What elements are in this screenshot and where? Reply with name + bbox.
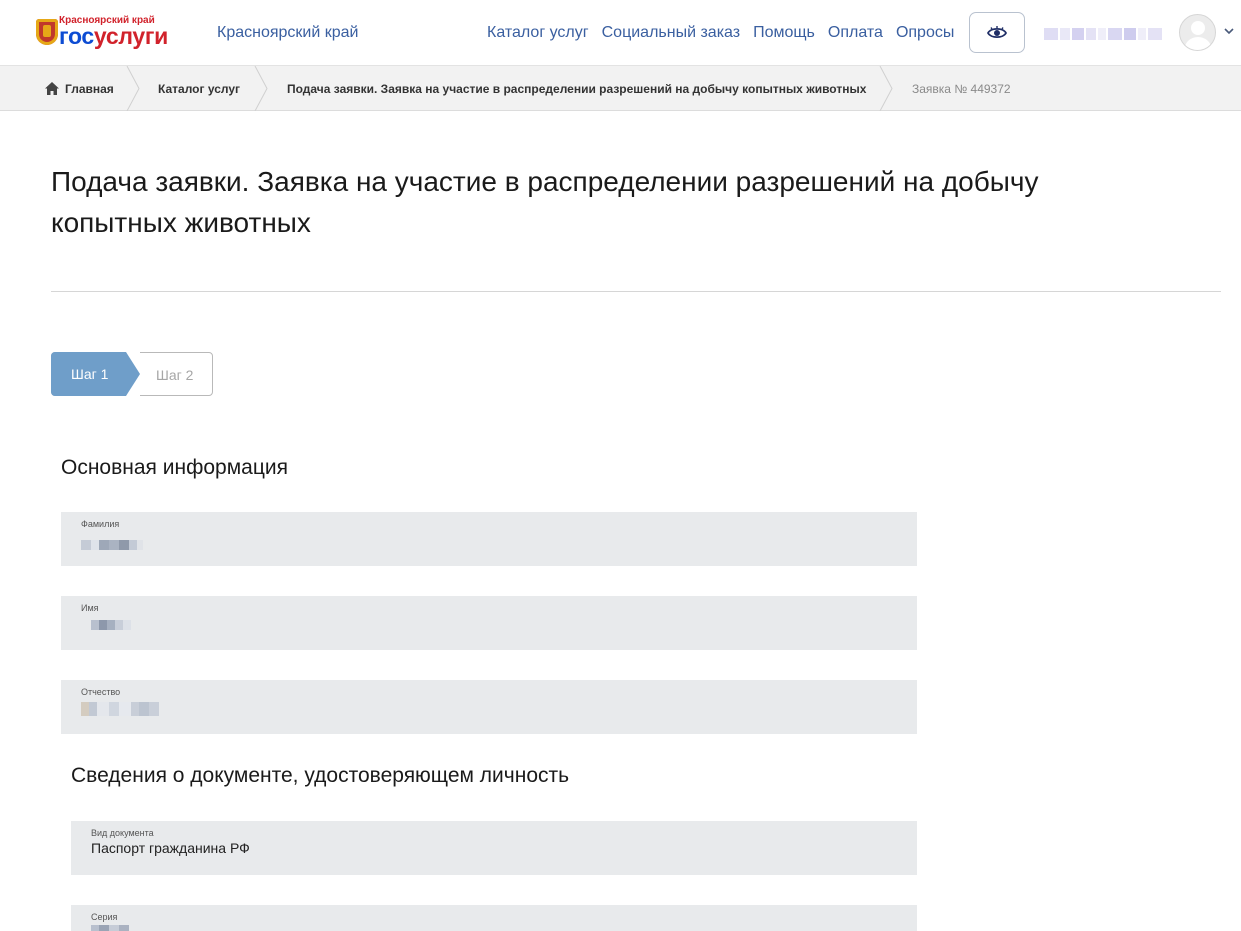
breadcrumb-service[interactable]: Подача заявки. Заявка на участие в распр… <box>287 66 866 111</box>
breadcrumb: Главная Каталог услуг Подача заявки. Зая… <box>0 66 1241 111</box>
nav-payment[interactable]: Оплата <box>828 24 883 42</box>
breadcrumb-separator <box>126 66 140 111</box>
field-label: Серия <box>91 912 118 922</box>
gosuslugi-logo[interactable]: Красноярский край госуслуги <box>36 15 196 49</box>
breadcrumb-application: Заявка № 449372 <box>912 81 1011 96</box>
section-title-basic: Основная информация <box>61 456 288 479</box>
step-2-label: Шаг 2 <box>156 367 194 383</box>
region-selector[interactable]: Красноярский край <box>217 24 358 42</box>
main-nav: Каталог услуг Социальный заказ Помощь Оп… <box>487 24 967 42</box>
field-value: Паспорт гражданина РФ <box>91 840 250 856</box>
section-title-document: Сведения о документе, удостоверяющем лич… <box>71 764 570 787</box>
breadcrumb-catalog[interactable]: Каталог услуг <box>158 66 240 111</box>
redacted-value <box>81 540 143 550</box>
eye-icon <box>987 25 1007 38</box>
field-label: Вид документа <box>91 828 154 838</box>
nav-catalog[interactable]: Каталог услуг <box>487 24 589 42</box>
logo-part1: гос <box>59 23 94 49</box>
breadcrumb-separator <box>254 66 268 111</box>
region-emblem-icon <box>36 19 58 45</box>
site-header: Красноярский край госуслуги Красноярский… <box>0 0 1241 66</box>
field-document-type[interactable]: Вид документа Паспорт гражданина РФ <box>71 821 917 875</box>
page-title: Подача заявки. Заявка на участие в распр… <box>51 166 1039 238</box>
step-1-label: Шаг 1 <box>71 366 109 382</box>
breadcrumb-home[interactable]: Главная <box>45 66 114 111</box>
field-label: Фамилия <box>81 519 120 529</box>
breadcrumb-home-label: Главная <box>65 81 114 96</box>
avatar-icon[interactable] <box>1179 14 1216 51</box>
accessibility-button[interactable] <box>969 12 1025 53</box>
chevron-down-icon[interactable] <box>1223 26 1235 36</box>
field-last-name[interactable]: Фамилия <box>61 512 917 566</box>
field-first-name[interactable]: Имя <box>61 596 917 650</box>
field-middle-name[interactable]: Отчество <box>61 680 917 734</box>
field-label: Отчество <box>81 687 121 697</box>
logo-wordmark: госуслуги <box>59 25 168 48</box>
title-divider <box>51 291 1221 292</box>
field-series[interactable]: Серия <box>71 905 917 931</box>
step-arrow <box>126 352 140 396</box>
field-label: Имя <box>81 603 99 613</box>
nav-surveys[interactable]: Опросы <box>896 24 954 42</box>
redacted-value <box>91 925 129 931</box>
home-icon <box>45 82 59 95</box>
logo-part2: услуги <box>93 23 168 49</box>
nav-social-order[interactable]: Социальный заказ <box>602 24 740 42</box>
nav-help[interactable]: Помощь <box>753 24 815 42</box>
redacted-value <box>81 702 159 716</box>
breadcrumb-separator <box>879 66 893 111</box>
step-indicator: Шаг 2 Шаг 1 <box>51 352 213 396</box>
user-name-redacted[interactable] <box>1044 28 1169 40</box>
redacted-value <box>91 620 131 630</box>
